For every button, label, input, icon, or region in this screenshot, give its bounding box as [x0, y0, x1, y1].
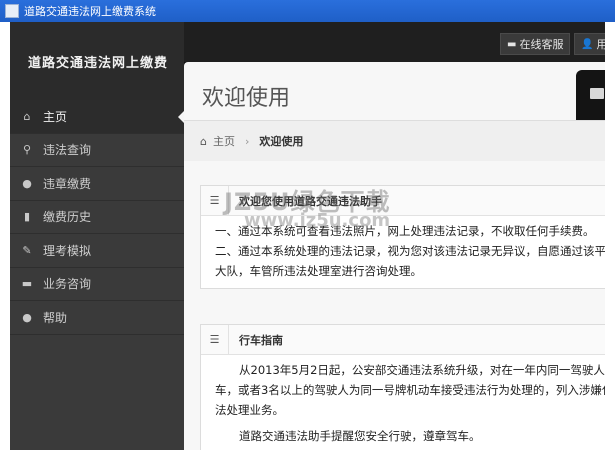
welcome-line: 二、通过本系统处理的违法记录，视为您对该违法记录无异议，自愿通过该平台: [215, 244, 605, 258]
pencil-icon: ✎: [22, 243, 32, 257]
sidebar-item-label: 违章缴费: [43, 176, 92, 191]
sidebar-item-violation-query[interactable]: ⚲ 违法查询: [10, 134, 184, 167]
comment-icon: ▬: [21, 277, 33, 291]
brand-title: 道路交通违法网上缴费: [28, 55, 169, 71]
breadcrumb-home-link[interactable]: 主页: [213, 133, 235, 149]
user-menu-button[interactable]: 👤 用户: [574, 33, 605, 55]
main-content: 欢迎使用 ⌂ 主页 › 欢迎使用 ☰ 欢迎您使用道路交通违法助手 一、通过本系统…: [184, 62, 605, 450]
sidebar-item-label: 缴费历史: [43, 210, 92, 225]
sidebar-item-label: 业务咨询: [43, 277, 92, 292]
online-support-label: 在线客服: [519, 38, 564, 51]
sidebar-item-exam-simulation[interactable]: ✎ 理考模拟: [10, 234, 184, 268]
top-header: ▬ 在线客服 👤 用户: [184, 22, 605, 62]
home-icon: ⌂: [23, 109, 31, 123]
sidebar-item-label: 违法查询: [43, 143, 92, 158]
guide-line: 车，或者3名以上的驾驶人为同一号牌机动车接受违法行为处理的，列入涉嫌代: [215, 383, 605, 397]
sidebar-item-home[interactable]: ⌂ 主页: [10, 100, 185, 134]
breadcrumb: ⌂ 主页 › 欢迎使用: [184, 121, 605, 161]
guide-line: 从2013年5月2日起，公安部交通违法系统升级，对在一年内同一驾驶人为: [239, 363, 605, 377]
guide-line: 法处理业务。: [215, 403, 284, 417]
driving-guide-header: ☰ 行车指南: [201, 324, 605, 355]
watermark-url: www.jz5u.com: [244, 210, 391, 231]
user-icon: 👤: [581, 38, 594, 50]
window-title: 道路交通违法网上缴费系统: [24, 5, 156, 18]
sidebar: 道路交通违法网上缴费 ⌂ 主页 ⚲ 违法查询 ● 违章缴费 ▮ 缴费历史 ✎ 理…: [10, 22, 185, 450]
app-icon: [5, 4, 19, 18]
document-icon: ▮: [23, 210, 31, 224]
guide-line: 道路交通违法助手提醒您安全行驶，遵章驾车。: [239, 429, 481, 443]
window-titlebar: 道路交通违法网上缴费系统: [0, 0, 615, 22]
breadcrumb-current: 欢迎使用: [259, 135, 304, 148]
search-icon: ⚲: [22, 143, 32, 157]
welcome-line: 大队，车管所违法处理室进行咨询处理。: [215, 264, 422, 278]
sidebar-item-label: 主页: [43, 109, 68, 124]
sidebar-nav: ⌂ 主页 ⚲ 违法查询 ● 违章缴费 ▮ 缴费历史 ✎ 理考模拟 ▬ 业务咨询: [10, 100, 185, 335]
sidebar-item-violation-payment[interactable]: ● 违章缴费: [10, 167, 184, 201]
online-support-button[interactable]: ▬ 在线客服: [500, 33, 571, 55]
brand: 道路交通违法网上缴费: [10, 22, 184, 100]
document-icon: [590, 88, 604, 99]
list-icon: ☰: [201, 324, 229, 355]
page-title: 欢迎使用: [202, 86, 291, 111]
driving-guide-box: ☰ 行车指南 从2013年5月2日起，公安部交通违法系统升级，对在一年内同一驾驶…: [200, 324, 605, 450]
sidebar-item-label: 理考模拟: [43, 243, 92, 258]
sidebar-item-business-consult[interactable]: ▬ 业务咨询: [10, 268, 184, 301]
chat-icon: ▬: [507, 38, 517, 50]
sidebar-item-payment-history[interactable]: ▮ 缴费历史: [10, 201, 184, 234]
globe-icon: ●: [22, 176, 32, 190]
driving-guide-title: 行车指南: [239, 333, 283, 347]
sidebar-item-label: 帮助: [43, 310, 68, 325]
user-menu-label: 用户: [596, 38, 605, 51]
app-frame: 道路交通违法网上缴费 ⌂ 主页 ⚲ 违法查询 ● 违章缴费 ▮ 缴费历史 ✎ 理…: [10, 22, 605, 450]
home-icon: ⌂: [200, 134, 207, 148]
driving-guide-body: 从2013年5月2日起，公安部交通违法系统升级，对在一年内同一驾驶人为 车，或者…: [201, 355, 605, 450]
chevron-right-icon: ›: [244, 134, 250, 148]
info-icon: ●: [22, 310, 32, 324]
sidebar-item-help[interactable]: ● 帮助: [10, 301, 184, 335]
